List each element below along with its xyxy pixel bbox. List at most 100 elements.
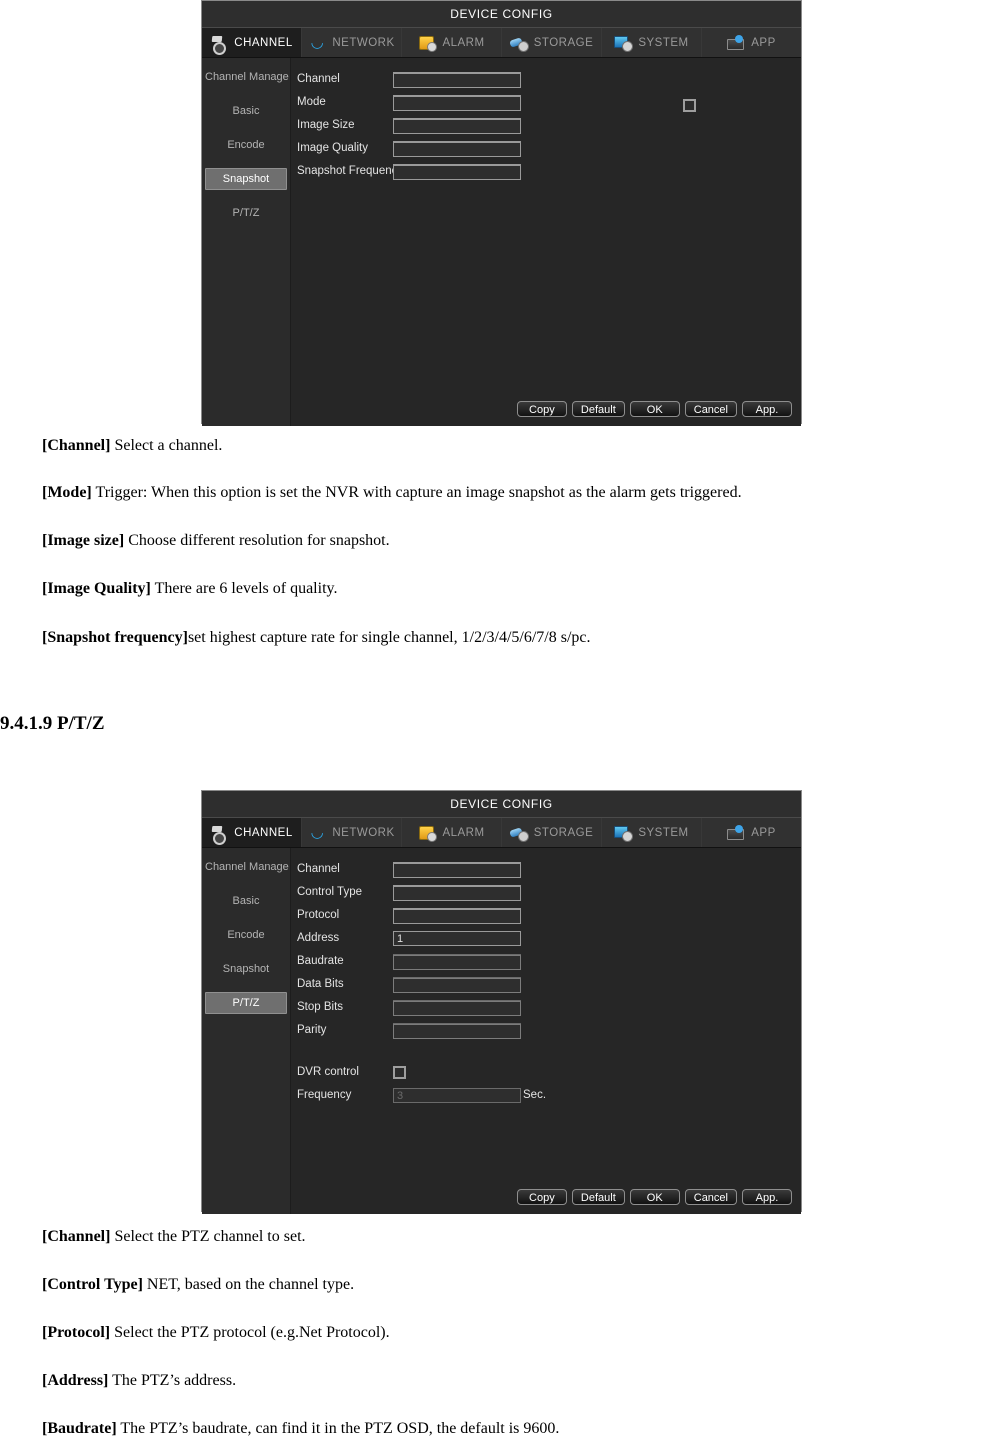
sidebar-item-basic[interactable]: Basic	[205, 890, 287, 912]
term-ptz-channel: [Channel]	[42, 1228, 111, 1245]
dvr-control-checkbox[interactable]	[393, 1065, 406, 1079]
doc-paragraph-snapshot-frequency: [Snapshot frequency]set highest capture …	[42, 629, 591, 647]
frequency-input[interactable]: 3	[393, 1087, 521, 1103]
chevron-down-icon[interactable]	[393, 141, 521, 157]
settings-panel: Channel 2 - NET Mode Timing Image Size D…	[291, 58, 801, 426]
text-image-quality: There are 6 levels of quality.	[150, 580, 338, 597]
sidebar-item-snapshot[interactable]: Snapshot	[205, 168, 287, 190]
tab-channel[interactable]: CHANNEL	[202, 818, 302, 847]
storage-icon	[510, 824, 529, 842]
chevron-down-icon[interactable]	[393, 164, 521, 180]
main-nav-tabs: CHANNEL ◡ NETWORK ALARM STORAGE SYSTEM A…	[202, 818, 801, 848]
tab-channel[interactable]: CHANNEL	[202, 28, 302, 57]
apply-button[interactable]: App.	[742, 401, 792, 417]
term-ptz-baudrate: [Baudrate]	[42, 1420, 117, 1437]
tab-network[interactable]: ◡ NETWORK	[302, 28, 402, 57]
control-mode: Timing	[393, 94, 696, 112]
chevron-down-icon[interactable]	[393, 1000, 521, 1016]
chevron-down-icon[interactable]	[393, 72, 521, 88]
sidebar-menu: Channel Manage Basic Encode Snapshot P/T…	[202, 58, 291, 426]
chevron-down-icon[interactable]	[393, 908, 521, 924]
copy-button[interactable]: Copy	[516, 401, 567, 417]
tab-app[interactable]: APP	[702, 818, 801, 847]
text-channel: Select a channel.	[110, 437, 223, 454]
control-snapshot-frequency: 2 SPL	[393, 163, 521, 180]
address-input[interactable]: 1	[393, 930, 521, 946]
tab-system-label: SYSTEM	[638, 826, 689, 839]
label-snapshot-frequency: Snapshot Frequency	[297, 165, 404, 177]
field-row-address: Address 1	[297, 927, 801, 949]
sidebar-item-ptz[interactable]: P/T/Z	[205, 202, 287, 224]
field-row-snapshot-frequency: Snapshot Frequency 2 SPL	[297, 160, 801, 182]
page-section-heading: 9.4.1.9 P/T/Z	[0, 713, 105, 734]
system-icon	[614, 824, 634, 842]
control-address: 1	[393, 930, 521, 946]
alarm-icon	[418, 34, 438, 52]
tab-storage-label: STORAGE	[533, 826, 594, 839]
doc-paragraph-channel: [Channel] Select a channel.	[42, 437, 222, 455]
control-protocol: Net Protocol	[393, 907, 521, 924]
label-stop-bits: Stop Bits	[297, 1001, 344, 1013]
sidebar-item-channel-manage[interactable]: Channel Manage	[205, 856, 289, 878]
tab-alarm[interactable]: ALARM	[402, 28, 502, 57]
chevron-down-icon[interactable]	[393, 885, 521, 901]
system-icon	[614, 34, 634, 52]
chevron-down-icon[interactable]	[393, 954, 521, 970]
cancel-button[interactable]: Cancel	[684, 1189, 737, 1205]
default-button[interactable]: Default	[571, 1189, 625, 1205]
doc-paragraph-ptz-address: [Address] The PTZ’s address.	[42, 1372, 236, 1390]
sidebar-item-encode[interactable]: Encode	[205, 924, 287, 946]
sidebar-item-basic[interactable]: Basic	[205, 100, 287, 122]
tab-system[interactable]: SYSTEM	[602, 818, 702, 847]
sidebar-item-channel-manage[interactable]: Channel Manage	[205, 66, 289, 88]
ok-button[interactable]: OK	[629, 401, 680, 417]
sidebar-item-ptz[interactable]: P/T/Z	[205, 992, 287, 1014]
dialog-button-row: Copy Default OK Cancel App.	[516, 401, 792, 417]
term-ptz-protocol: [Protocol]	[42, 1324, 111, 1341]
dialog-body: Channel Manage Basic Encode Snapshot P/T…	[202, 848, 801, 1214]
chevron-down-icon[interactable]	[393, 118, 521, 134]
mode-enable-checkbox[interactable]	[683, 98, 696, 112]
field-row-image-size: Image Size Default	[297, 114, 801, 136]
apply-button[interactable]: App.	[742, 1189, 792, 1205]
chevron-down-icon[interactable]	[393, 1023, 521, 1039]
term-channel: [Channel]	[42, 437, 111, 454]
tab-storage[interactable]: STORAGE	[502, 28, 602, 57]
control-data-bits: 8	[393, 976, 521, 993]
tab-system-label: SYSTEM	[638, 36, 689, 49]
control-stop-bits: 1	[393, 999, 521, 1016]
text-mode: Trigger: When this option is set the NVR…	[91, 484, 742, 501]
tab-storage[interactable]: STORAGE	[502, 818, 602, 847]
device-config-dialog-ptz: DEVICE CONFIG CHANNEL ◡ NETWORK ALARM ST…	[201, 790, 802, 1214]
cancel-button[interactable]: Cancel	[684, 401, 737, 417]
dialog-body: Channel Manage Basic Encode Snapshot P/T…	[202, 58, 801, 426]
field-row-baudrate: Baudrate 9600	[297, 950, 801, 972]
tab-app[interactable]: APP	[702, 28, 801, 57]
text-snapshot-frequency: set highest capture rate for single chan…	[187, 629, 591, 646]
app-icon	[727, 824, 745, 842]
settings-panel: Channel 2 - NET Control Type Net Protoco…	[291, 848, 801, 1214]
chevron-down-icon[interactable]	[393, 862, 521, 878]
sidebar-item-snapshot[interactable]: Snapshot	[205, 958, 287, 980]
dialog-titlebar: DEVICE CONFIG	[202, 791, 801, 818]
label-channel: Channel	[297, 73, 340, 85]
text-ptz-channel: Select the PTZ channel to set.	[110, 1228, 306, 1245]
camera-icon	[210, 824, 228, 845]
doc-paragraph-ptz-baudrate: [Baudrate] The PTZ’s baudrate, can find …	[42, 1420, 559, 1438]
default-button[interactable]: Default	[571, 401, 625, 417]
tab-system[interactable]: SYSTEM	[602, 28, 702, 57]
field-row-parity: Parity None	[297, 1019, 801, 1041]
tab-network[interactable]: ◡ NETWORK	[302, 818, 402, 847]
tab-alarm-label: ALARM	[442, 36, 485, 49]
copy-button[interactable]: Copy	[516, 1189, 567, 1205]
doc-paragraph-image-size: [Image size] Choose different resolution…	[42, 532, 390, 550]
label-mode: Mode	[297, 96, 326, 108]
ok-button[interactable]: OK	[629, 1189, 680, 1205]
chevron-down-icon[interactable]	[393, 977, 521, 993]
label-dvr-control: DVR control	[297, 1066, 359, 1078]
field-row-mode: Mode Timing	[297, 91, 801, 113]
term-ptz-control-type: [Control Type]	[42, 1276, 143, 1293]
sidebar-item-encode[interactable]: Encode	[205, 134, 287, 156]
chevron-down-icon[interactable]	[393, 95, 521, 111]
tab-alarm[interactable]: ALARM	[402, 818, 502, 847]
